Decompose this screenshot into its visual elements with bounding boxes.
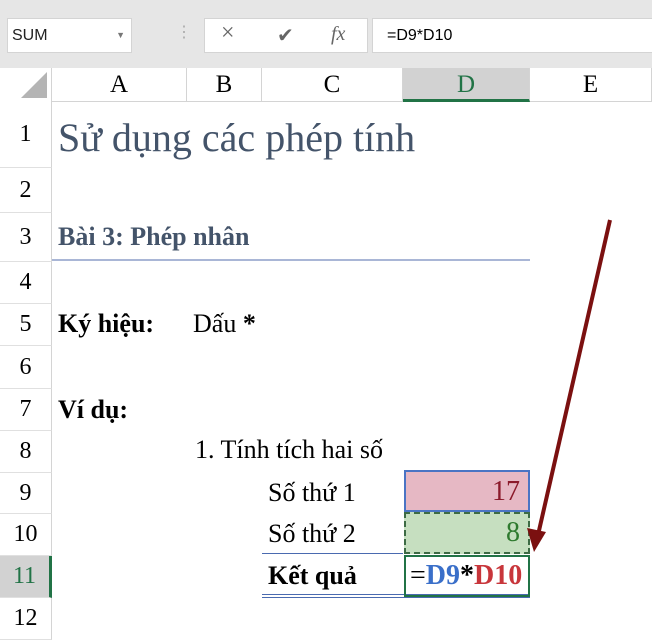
annotation-arrow: [527, 219, 612, 552]
